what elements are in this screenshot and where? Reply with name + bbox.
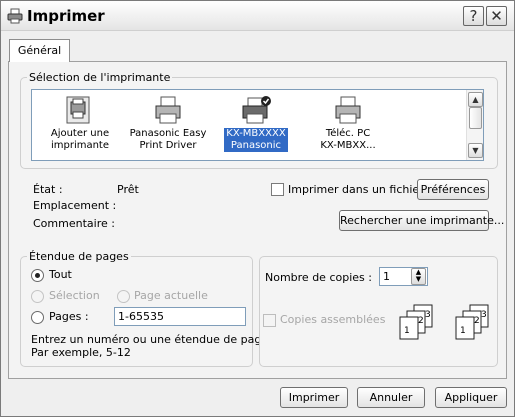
fax-printer-icon [335, 96, 361, 124]
radio-selection-label[interactable]: Sélection [49, 289, 100, 302]
print-button[interactable]: Imprimer [280, 387, 348, 408]
window-title: Imprimer [27, 7, 105, 25]
collate-stack-2: 3 2 1 [455, 304, 489, 340]
chevron-down-icon: ▼ [472, 146, 479, 155]
printer-list[interactable]: Ajouter une imprimante Panasonic Easy Pr… [31, 89, 484, 161]
help-button[interactable]: ? [463, 6, 484, 26]
radio-all-pages[interactable] [31, 269, 44, 282]
printer-app-icon [7, 8, 23, 24]
help-icon: ? [469, 7, 478, 25]
scroll-thumb[interactable] [469, 107, 482, 129]
copies-spinner[interactable]: ▲ ▼ [411, 268, 426, 285]
preferences-button[interactable]: Préférences [417, 179, 489, 200]
close-button[interactable]: ✕ [486, 6, 507, 26]
chevron-up-icon: ▲ [472, 95, 479, 104]
page-range-legend: Étendue de pages [29, 250, 129, 263]
find-printer-button[interactable]: Rechercher une imprimante... [339, 210, 504, 231]
state-label: État : [33, 183, 63, 196]
radio-current-page-label[interactable]: Page actuelle [134, 289, 208, 302]
printer-label-fax: Téléc. PC KX-MBXX... [320, 128, 376, 151]
pages-range-input[interactable]: 1-65535 [114, 307, 246, 326]
page-range-hint-line2: Par exemple, 5-12 [31, 346, 131, 359]
print-to-file-label[interactable]: Imprimer dans un fichier [288, 183, 424, 196]
close-icon: ✕ [490, 7, 503, 25]
title-bar[interactable]: Imprimer ? ✕ [1, 1, 514, 31]
collate-checkbox[interactable] [263, 314, 276, 327]
collate-label[interactable]: Copies assemblées [280, 313, 385, 326]
svg-text:2: 2 [474, 316, 480, 326]
printer-item-kx-mbxxxx[interactable]: KX-MBXXXX Panasonic [214, 94, 298, 158]
tab-general-label: Général [17, 44, 62, 57]
radio-pages-label[interactable]: Pages : [49, 310, 89, 323]
printer-item-easy-print[interactable]: Panasonic Easy Print Driver [126, 94, 210, 158]
printer-label-kx-mbxxxx: KX-MBXXXX Panasonic [224, 128, 288, 152]
radio-all-pages-label[interactable]: Tout [49, 268, 72, 281]
printer-label-easy-print: Panasonic Easy Print Driver [129, 128, 207, 151]
tab-general[interactable]: Général [9, 39, 70, 62]
svg-text:2: 2 [418, 316, 424, 326]
radio-pages[interactable] [31, 311, 44, 324]
copies-label: Nombre de copies : [265, 271, 372, 284]
printer-selection-legend: Sélection de l'imprimante [29, 71, 171, 84]
page-range-hint-line1: Entrez un numéro ou une étendue de pages… [31, 333, 278, 346]
spin-down-icon: ▼ [415, 275, 422, 283]
collate-illustration-icon: 3 2 1 3 2 1 [399, 304, 489, 340]
radio-current-page[interactable] [117, 290, 130, 303]
print-dialog: Imprimer ? ✕ Général Sélection de l'impr… [0, 0, 515, 417]
printer-item-fax[interactable]: Téléc. PC KX-MBXX... [306, 94, 390, 158]
comment-label: Commentaire : [33, 217, 115, 230]
svg-text:3: 3 [425, 310, 431, 320]
svg-text:1: 1 [404, 326, 410, 336]
add-printer-icon [66, 96, 90, 124]
printer-item-add[interactable]: Ajouter une imprimante [38, 94, 122, 158]
print-to-file-checkbox[interactable] [271, 183, 284, 196]
radio-selection[interactable] [31, 290, 44, 303]
printer-list-scrollbar[interactable]: ▲ ▼ [466, 90, 483, 160]
scroll-up-button[interactable]: ▲ [468, 92, 483, 107]
scroll-down-button[interactable]: ▼ [468, 143, 483, 158]
collate-stack-1: 3 2 1 [399, 304, 433, 340]
printer-label-add: Ajouter une imprimante [50, 128, 110, 151]
location-label: Emplacement : [33, 199, 117, 212]
state-value: Prêt [117, 183, 139, 196]
default-printer-icon [242, 96, 271, 124]
printer-icon [155, 96, 181, 124]
svg-text:1: 1 [460, 326, 466, 336]
svg-text:3: 3 [481, 310, 487, 320]
cancel-button[interactable]: Annuler [357, 387, 425, 408]
apply-button[interactable]: Appliquer [435, 387, 507, 408]
